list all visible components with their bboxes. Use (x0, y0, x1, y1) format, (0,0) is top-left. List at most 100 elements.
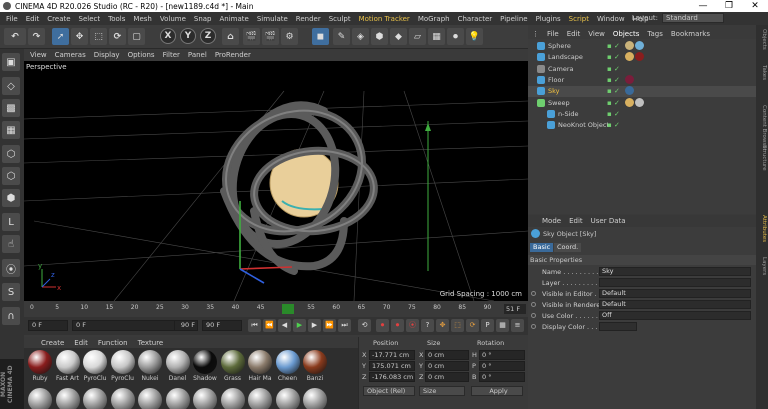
start-frame-field[interactable]: 0 F (28, 320, 68, 331)
menu-motion-tracker[interactable]: Motion Tracker (355, 15, 414, 23)
object-menu-edit[interactable]: Edit (563, 30, 585, 38)
menu-edit[interactable]: Edit (22, 15, 44, 23)
undo-icon[interactable]: ↶ (4, 28, 26, 45)
key-position-icon[interactable]: ✥ (436, 319, 449, 332)
cube-icon[interactable]: ◼ (312, 28, 329, 45)
next-frame-icon[interactable]: ▶ (308, 319, 321, 332)
size-field[interactable]: 0 cm (425, 361, 469, 371)
menu-volume[interactable]: Volume (156, 15, 190, 23)
material-swatch[interactable]: Nukei (137, 350, 163, 386)
end-frame-field[interactable]: 90 F (202, 320, 242, 331)
go-to-end-icon[interactable]: ⏭ (338, 319, 351, 332)
attribute-value[interactable]: Default (599, 300, 751, 309)
material-swatch[interactable] (220, 388, 246, 409)
rotation-field[interactable]: 0 ° (479, 350, 525, 360)
material-swatch[interactable] (192, 388, 218, 409)
record-icon[interactable]: ⏺ (376, 319, 389, 332)
viewport-menu-filter[interactable]: Filter (159, 51, 184, 59)
viewport-menu-display[interactable]: Display (90, 51, 124, 59)
visibility-toggle[interactable]: ▪ ✓ (607, 87, 623, 95)
size-mode-select[interactable]: Size (419, 386, 465, 396)
attribute-value[interactable] (599, 278, 751, 287)
material-swatch[interactable] (247, 388, 273, 409)
key-rotation-icon[interactable]: ⟳ (466, 319, 479, 332)
material-menu-edit[interactable]: Edit (69, 339, 93, 347)
scene-camera-icon[interactable]: ▦ (428, 28, 445, 45)
cloner-icon[interactable]: ⬢ (371, 28, 388, 45)
edges-mode-icon[interactable]: ⬡ (2, 167, 20, 185)
viewport-menu-panel[interactable]: Panel (184, 51, 211, 59)
make-editable-icon[interactable]: ▣ (2, 53, 20, 71)
coordinate-system-icon[interactable]: ⌂ (222, 28, 239, 45)
position-field[interactable]: -176.083 cm (369, 372, 415, 382)
material-swatch[interactable] (137, 388, 163, 409)
coordinate-mode-select[interactable]: Object (Rel) (363, 386, 415, 396)
redo-icon[interactable]: ↷ (28, 28, 45, 45)
z-axis-lock-button[interactable]: Z (200, 28, 216, 44)
material-swatch[interactable] (165, 388, 191, 409)
menu-animate[interactable]: Animate (216, 15, 253, 23)
current-frame-field[interactable]: 51 F (504, 304, 526, 314)
material-swatch[interactable]: Banzi (302, 350, 328, 386)
material-swatch[interactable] (55, 388, 81, 409)
edit-render-settings-icon[interactable]: ⚙ (281, 28, 298, 45)
current-frame-marker[interactable] (282, 304, 294, 314)
position-field[interactable]: -17.771 cm (369, 350, 415, 360)
tweak-mode-icon[interactable]: ☝ (2, 235, 20, 253)
material-tag-icon[interactable] (635, 52, 644, 62)
magnet-icon[interactable]: ∩ (2, 307, 20, 325)
menu-select[interactable]: Select (75, 15, 105, 23)
gizmo-z-axis[interactable] (239, 268, 265, 284)
visibility-toggle[interactable]: ▪ ✓ (607, 53, 623, 61)
object-row[interactable]: Camera ▪ ✓ (528, 64, 756, 75)
menu-create[interactable]: Create (43, 15, 74, 23)
material-swatch[interactable] (275, 388, 301, 409)
workplane-lock-icon[interactable]: S (2, 283, 20, 301)
next-key-icon[interactable]: ⏩ (323, 319, 336, 332)
viewport-menu-prorender[interactable]: ProRender (211, 51, 255, 59)
object-row[interactable]: n-Side ▪ ✓ (528, 109, 756, 120)
key-parameter-icon[interactable]: P (481, 319, 494, 332)
menu-script[interactable]: Script (565, 15, 593, 23)
side-tab-layers[interactable]: Layers (757, 257, 767, 275)
polygons-mode-icon[interactable]: ⬢ (2, 189, 20, 207)
object-menu-view[interactable]: View (584, 30, 609, 38)
menu-window[interactable]: Window (593, 15, 629, 23)
viewport[interactable]: y x z Perspective Grid Spacing : 1000 cm (24, 61, 528, 301)
size-field[interactable]: 0 cm (425, 350, 469, 360)
attribute-value[interactable] (599, 322, 637, 331)
close-button[interactable]: ✕ (742, 0, 768, 12)
object-row[interactable]: Sphere ▪ ✓ (528, 41, 756, 52)
select-arrow-icon[interactable]: ➚ (52, 28, 69, 45)
menu-mograph[interactable]: MoGraph (414, 15, 454, 23)
material-swatch[interactable] (302, 388, 328, 409)
visibility-toggle[interactable]: ▪ ✓ (607, 121, 623, 129)
material-menu-function[interactable]: Function (93, 339, 133, 347)
floor-icon[interactable]: ▱ (409, 28, 426, 45)
rotate-icon[interactable]: ⟳ (109, 28, 126, 45)
motion-mode-icon[interactable]: ? (421, 319, 434, 332)
menu-snap[interactable]: Snap (190, 15, 216, 23)
model-mode-icon[interactable]: ◇ (2, 77, 20, 95)
viewport-menu-options[interactable]: Options (124, 51, 159, 59)
visibility-toggle[interactable]: ▪ ✓ (607, 76, 623, 84)
menu-pipeline[interactable]: Pipeline (496, 15, 531, 23)
object-menu-tags[interactable]: Tags (643, 30, 667, 38)
side-tab-takes[interactable]: Takes (757, 65, 767, 80)
recent-tools-icon[interactable]: ▢ (128, 28, 145, 45)
attribute-value[interactable]: Off (599, 311, 751, 320)
key-pla-icon[interactable]: ▦ (496, 319, 509, 332)
timeline-ruler[interactable]: 051015202530354045505560657075808590 51 … (24, 301, 528, 317)
loop-icon[interactable]: ⟲ (358, 319, 371, 332)
material-tag-icon[interactable] (635, 41, 644, 50)
snap-icon[interactable]: ⦿ (2, 259, 20, 277)
minimize-button[interactable]: — (690, 0, 716, 12)
menu-sculpt[interactable]: Sculpt (325, 15, 355, 23)
visibility-toggle[interactable]: ▪ ✓ (607, 42, 623, 50)
side-tab-attributes[interactable]: Attributes (757, 215, 767, 242)
x-axis-lock-button[interactable]: X (160, 28, 176, 44)
material-swatch[interactable] (82, 388, 108, 409)
deformer-icon[interactable]: ◆ (390, 28, 407, 45)
keyframe-selection-icon[interactable]: ⦿ (406, 319, 419, 332)
object-row[interactable]: Landscape ▪ ✓ (528, 52, 756, 63)
